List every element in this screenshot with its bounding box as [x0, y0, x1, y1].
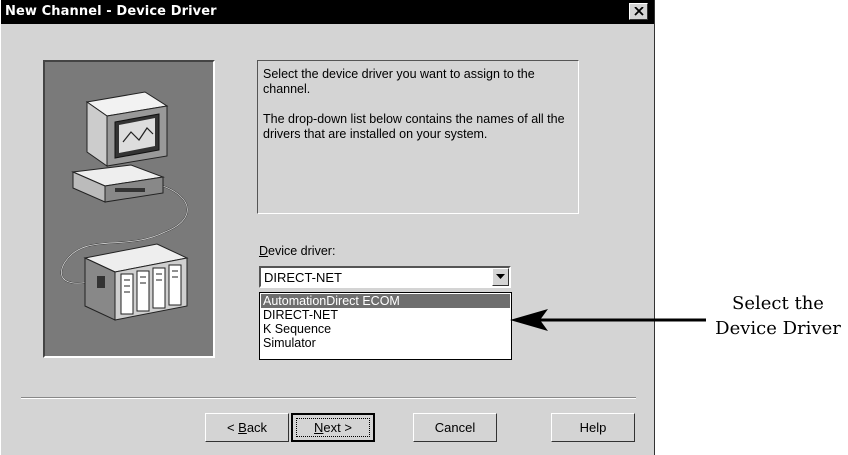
device-driver-dropdown-list: AutomationDirect ECOM DIRECT-NET K Seque… [259, 292, 512, 360]
info-paragraph-1: Select the device driver you want to ass… [263, 67, 535, 96]
dialog-window: New Channel - Device Driver Select the d… [0, 0, 655, 455]
dropdown-arrow-icon [496, 274, 505, 279]
close-button[interactable] [629, 3, 648, 20]
dropdown-option-automationdirect-ecom[interactable]: AutomationDirect ECOM [261, 294, 510, 308]
help-button[interactable]: Help [551, 413, 635, 442]
dialog-title: New Channel - Device Driver [5, 4, 217, 19]
callout-arrow [510, 309, 706, 331]
button-separator [21, 397, 636, 399]
dropdown-option-simulator[interactable]: Simulator [261, 336, 510, 350]
next-button[interactable]: Next > [291, 413, 375, 442]
annotation-line-1: Select the [732, 293, 824, 314]
combobox-value: DIRECT-NET [264, 270, 342, 285]
computer-illustration [60, 91, 189, 321]
title-bar[interactable]: New Channel - Device Driver [1, 0, 654, 24]
annotation-line-2: Device Driver [715, 318, 841, 339]
device-driver-combobox[interactable]: DIRECT-NET [259, 266, 511, 288]
cancel-button[interactable]: Cancel [413, 413, 497, 442]
wizard-illustration [43, 60, 215, 358]
close-icon [634, 7, 644, 16]
info-paragraph-2: The drop-down list below contains the na… [263, 112, 565, 141]
focus-rect [296, 418, 370, 437]
annotation-callout: Select the Device Driver [708, 291, 848, 341]
dropdown-option-direct-net[interactable]: DIRECT-NET [261, 308, 510, 322]
device-driver-label: Device driver: [259, 244, 336, 258]
dropdown-option-k-sequence[interactable]: K Sequence [261, 322, 510, 336]
back-button[interactable]: < Back [205, 413, 289, 442]
info-panel: Select the device driver you want to ass… [257, 60, 579, 214]
dropdown-button[interactable] [492, 268, 509, 286]
